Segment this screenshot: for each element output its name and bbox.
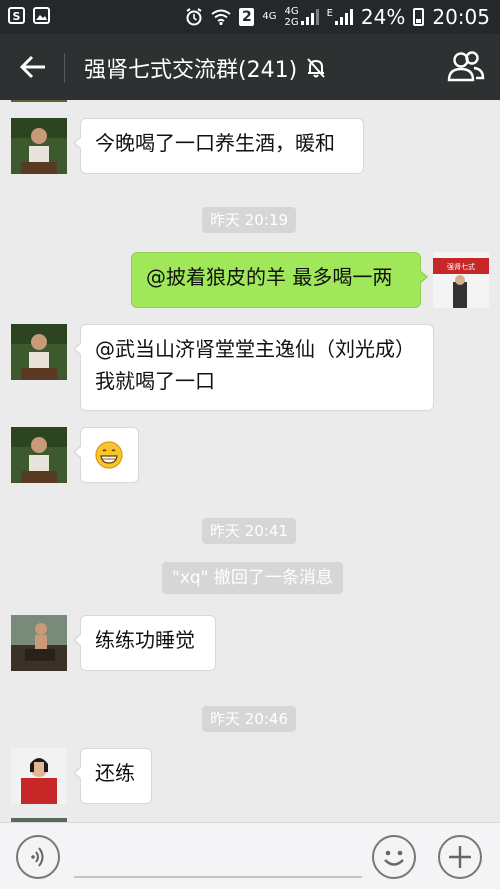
avatar-partial [11, 100, 67, 102]
network-type-2a: 4G [284, 5, 299, 17]
plus-icon[interactable] [438, 835, 482, 879]
signal-bars-icon [300, 9, 319, 25]
timestamp: 昨天 20:19 [202, 207, 296, 233]
sim-slot-badge: 2 [239, 8, 255, 26]
data-type-label: E [326, 8, 333, 19]
timestamp: 昨天 20:46 [202, 706, 296, 732]
network-type-1: 4G [262, 11, 277, 22]
wifi-icon [211, 9, 231, 25]
grinning-face-emoji [95, 441, 123, 469]
message-bubble-outgoing[interactable]: @披着狼皮的羊 最多喝一两 [131, 252, 428, 308]
message-list[interactable]: 今晚喝了一口养生酒，暖和 昨天 20:19 @披着狼皮的羊 最多喝一两 强肾七式… [0, 100, 500, 822]
voice-input-icon[interactable] [16, 835, 60, 879]
chat-title: 强肾七式交流群(241) [84, 52, 327, 84]
battery-percent: 24% [360, 5, 406, 29]
avatar[interactable] [11, 427, 67, 483]
svg-text:S: S [13, 10, 21, 22]
message-bubble[interactable]: 练练功睡觉 [73, 615, 216, 671]
message-text: 还练 [95, 761, 135, 785]
alarm-icon [186, 8, 202, 26]
emoji-icon[interactable] [372, 835, 416, 879]
group-members-icon[interactable] [446, 49, 486, 85]
header-divider [64, 53, 65, 83]
mute-bell-icon [307, 58, 325, 78]
avatar[interactable] [11, 118, 67, 174]
input-bar [0, 822, 500, 889]
message-text: 练练功睡觉 [95, 628, 195, 652]
timestamp: 昨天 20:41 [202, 518, 296, 544]
svg-text:强肾七式: 强肾七式 [447, 262, 475, 271]
avatar[interactable] [11, 324, 67, 380]
message-bubble[interactable]: @武当山济肾堂堂主逸仙（刘光成） 我就喝了一口 [73, 324, 434, 411]
message-text-line1: @武当山济肾堂堂主逸仙（刘光成） [95, 337, 415, 361]
message-bubble[interactable]: 今晚喝了一口养生酒，暖和 [73, 118, 364, 174]
avatar[interactable] [11, 615, 67, 671]
message-text-line2: 我就喝了一口 [95, 369, 215, 393]
message-bubble[interactable]: 还练 [73, 748, 152, 804]
message-bubble[interactable] [73, 427, 139, 483]
message-input[interactable] [74, 876, 362, 878]
message-text: @披着狼皮的羊 最多喝一两 [146, 265, 393, 289]
battery-icon [413, 8, 425, 26]
system-message: "xq" 撤回了一条消息 [162, 562, 343, 594]
chat-header: 强肾七式交流群(241) [0, 34, 500, 100]
back-arrow-icon[interactable] [18, 52, 48, 82]
message-text: 今晚喝了一口养生酒，暖和 [95, 131, 335, 155]
avatar[interactable] [11, 748, 67, 804]
status-bar: S 2 4G 4G 2G E 24% 20:05 [0, 0, 500, 34]
notification-app-icon: S [8, 7, 25, 24]
image-notification-icon [33, 7, 50, 24]
avatar-self[interactable]: 强肾七式 [433, 252, 489, 308]
network-type-2b: 2G [284, 16, 299, 28]
signal-strength-icon [334, 9, 353, 25]
clock: 20:05 [432, 5, 490, 29]
group-name: 强肾七式交流群(241) [84, 58, 298, 83]
